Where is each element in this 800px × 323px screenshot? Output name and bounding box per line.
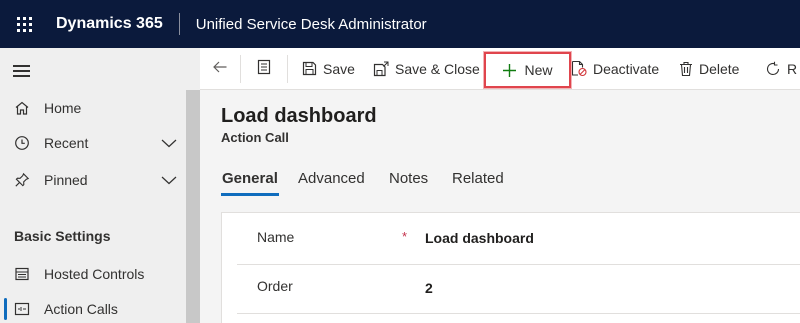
new-button[interactable]: New: [484, 52, 571, 88]
clock-icon: [0, 135, 44, 151]
form-section: [221, 212, 800, 323]
save-button[interactable]: Save: [288, 48, 373, 90]
deactivate-icon: [571, 60, 587, 77]
app-title[interactable]: Unified Service Desk Administrator: [180, 16, 427, 33]
home-icon: [0, 100, 44, 116]
pin-icon: [0, 172, 44, 188]
refresh-icon: [765, 61, 781, 77]
sidebar-item-home[interactable]: Home: [0, 90, 186, 126]
field-divider: [237, 264, 800, 265]
record-entity-name: Action Call: [221, 130, 289, 145]
order-field[interactable]: 2: [425, 280, 433, 296]
plus-icon: [502, 63, 517, 78]
field-divider: [237, 313, 800, 314]
tab-general[interactable]: General: [222, 170, 278, 187]
save-label: Save: [323, 60, 355, 77]
chevron-down-icon[interactable]: [152, 175, 186, 185]
hosted-controls-icon: [0, 266, 44, 282]
new-label: New: [524, 62, 553, 78]
brand-name[interactable]: Dynamics 365: [48, 15, 179, 33]
sidebar-scrollbar[interactable]: [186, 90, 200, 323]
trash-icon: [679, 61, 693, 77]
refresh-button[interactable]: R: [765, 48, 798, 90]
name-field-label: Name: [257, 229, 295, 245]
sidebar-item-label: Hosted Controls: [44, 266, 145, 282]
sidebar-item-label: Action Calls: [44, 301, 118, 317]
name-field[interactable]: Load dashboard: [425, 230, 534, 246]
sidebar-item-action-calls[interactable]: Action Calls: [0, 291, 186, 323]
save-close-icon: [373, 61, 389, 77]
save-close-label: Save & Close: [395, 60, 480, 77]
delete-button[interactable]: Delete: [679, 48, 765, 90]
save-and-close-button[interactable]: Save & Close: [373, 48, 481, 90]
sidebar-item-hosted-controls[interactable]: Hosted Controls: [0, 256, 186, 292]
record-title: Load dashboard: [221, 105, 377, 127]
delete-label: Delete: [699, 60, 740, 77]
form-selector-button[interactable]: [241, 48, 287, 90]
document-icon: [257, 59, 271, 78]
refresh-label: R: [787, 60, 798, 77]
top-navigation-bar: Dynamics 365 Unified Service Desk Admini…: [0, 0, 800, 48]
arrow-left-icon: [212, 60, 228, 77]
hamburger-menu-icon[interactable]: [13, 65, 30, 80]
app-launcher-icon[interactable]: [0, 0, 48, 48]
save-icon: [302, 61, 317, 76]
action-calls-icon: [0, 302, 44, 316]
sidebar-item-label: Pinned: [44, 172, 88, 188]
tab-advanced[interactable]: Advanced: [298, 170, 365, 187]
chevron-down-icon[interactable]: [152, 138, 186, 148]
sidebar-item-label: Recent: [44, 135, 89, 151]
tab-related[interactable]: Related: [452, 170, 504, 187]
sidebar-item-recent[interactable]: Recent: [0, 125, 186, 161]
active-tab-indicator: [221, 193, 279, 196]
required-marker: *: [402, 229, 408, 244]
sidebar-item-label: Home: [44, 100, 82, 116]
sidebar-item-pinned[interactable]: Pinned: [0, 162, 186, 198]
order-field-label: Order: [257, 278, 293, 294]
deactivate-button[interactable]: Deactivate: [569, 48, 679, 90]
tab-notes[interactable]: Notes: [389, 170, 428, 187]
deactivate-label: Deactivate: [593, 60, 660, 77]
back-button[interactable]: [200, 48, 240, 90]
sidebar-group-title: Basic Settings: [14, 228, 111, 244]
